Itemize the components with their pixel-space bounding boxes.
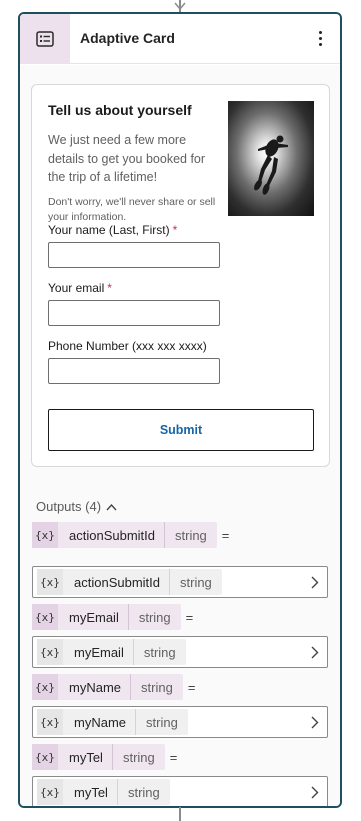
variable-icon: {x}	[32, 744, 58, 770]
phone-field-label: Phone Number (xxx xxx xxxx)	[48, 339, 207, 353]
selected-variable-chip: {x} myEmail string	[37, 639, 186, 665]
variable-type: string	[122, 749, 155, 765]
outputs-section: Outputs (4) {x} actionSubmitId string = …	[20, 480, 340, 806]
name-input[interactable]	[48, 242, 220, 268]
variable-icon: {x}	[32, 674, 58, 700]
adaptive-card-node[interactable]: Adaptive Card Tell us about yourself We …	[18, 12, 342, 808]
output-variable-row: {x} myEmail string =	[32, 604, 193, 630]
variable-select[interactable]: {x} myTel string	[32, 776, 328, 806]
card-description: We just need a few more details to get y…	[48, 133, 206, 184]
output-variable-row: {x} actionSubmitId string =	[32, 522, 229, 548]
node-title: Adaptive Card	[80, 30, 175, 46]
variable-icon: {x}	[32, 522, 58, 548]
equals-sign: =	[169, 749, 178, 765]
output-variable-chip: {x} actionSubmitId string	[32, 522, 217, 548]
email-input[interactable]	[48, 300, 220, 326]
required-marker: *	[172, 223, 178, 237]
phone-input[interactable]	[48, 358, 220, 384]
output-variable-chip: {x} myName string	[32, 674, 183, 700]
variable-icon: {x}	[37, 569, 63, 595]
chevron-up-icon	[106, 503, 117, 510]
card-title: Tell us about yourself	[48, 102, 192, 118]
equals-sign: =	[221, 527, 230, 543]
variable-name: myTel	[63, 779, 118, 805]
chevron-right-icon	[311, 786, 319, 799]
variable-type: string	[175, 527, 207, 543]
variable-name: myName	[63, 709, 137, 735]
variable-icon: {x}	[32, 604, 58, 630]
more-vertical-icon[interactable]	[312, 28, 328, 50]
name-field-label: Your name (Last, First) *	[48, 223, 178, 237]
outputs-header-label: Outputs (4)	[36, 499, 102, 514]
variable-name: myName	[58, 674, 132, 700]
variable-type: string	[146, 714, 178, 730]
outputs-toggle[interactable]: Outputs (4)	[36, 499, 117, 514]
variable-name: myEmail	[63, 639, 134, 665]
selected-variable-chip: {x} myTel string	[37, 779, 170, 805]
scuba-diver-image	[228, 101, 314, 216]
equals-sign: =	[185, 609, 194, 625]
variable-type: string	[127, 784, 160, 800]
required-marker: *	[107, 281, 112, 295]
output-variable-chip: {x} myEmail string	[32, 604, 181, 630]
output-variable-row: {x} myName string =	[32, 674, 195, 700]
card-preview-area: Tell us about yourself We just need a fe…	[20, 65, 340, 480]
variable-name: myTel	[58, 744, 113, 770]
variable-type: string	[138, 609, 171, 625]
variable-name: myEmail	[58, 604, 129, 630]
email-field-label: Your email *	[48, 281, 112, 295]
variable-type: string	[141, 679, 173, 695]
variable-type: string	[143, 644, 176, 660]
variable-icon: {x}	[37, 639, 63, 665]
variable-icon: {x}	[37, 779, 63, 805]
selected-variable-chip: {x} actionSubmitId string	[37, 569, 222, 595]
node-header: Adaptive Card	[20, 14, 340, 64]
selected-variable-chip: {x} myName string	[37, 709, 188, 735]
card-privacy-note: Don't worry, we'll never share or sell y…	[48, 196, 216, 223]
submit-button[interactable]: Submit	[48, 409, 314, 451]
chevron-right-icon	[311, 716, 319, 729]
variable-select[interactable]: {x} myEmail string	[32, 636, 328, 668]
connector-arrow-icon	[174, 2, 186, 11]
variable-name: actionSubmitId	[58, 522, 165, 548]
output-variable-chip: {x} myTel string	[32, 744, 165, 770]
output-variable-row: {x} myTel string =	[32, 744, 177, 770]
connector-line-bottom	[179, 807, 181, 821]
variable-type: string	[180, 574, 212, 590]
adaptive-card-icon	[20, 14, 70, 64]
variable-name: actionSubmitId	[63, 569, 170, 595]
equals-sign: =	[187, 679, 196, 695]
variable-select[interactable]: {x} myName string	[32, 706, 328, 738]
chevron-right-icon	[311, 576, 319, 589]
chevron-right-icon	[311, 646, 319, 659]
variable-icon: {x}	[37, 709, 63, 735]
variable-select[interactable]: {x} actionSubmitId string	[32, 566, 328, 598]
adaptive-card-preview: Tell us about yourself We just need a fe…	[31, 84, 330, 467]
